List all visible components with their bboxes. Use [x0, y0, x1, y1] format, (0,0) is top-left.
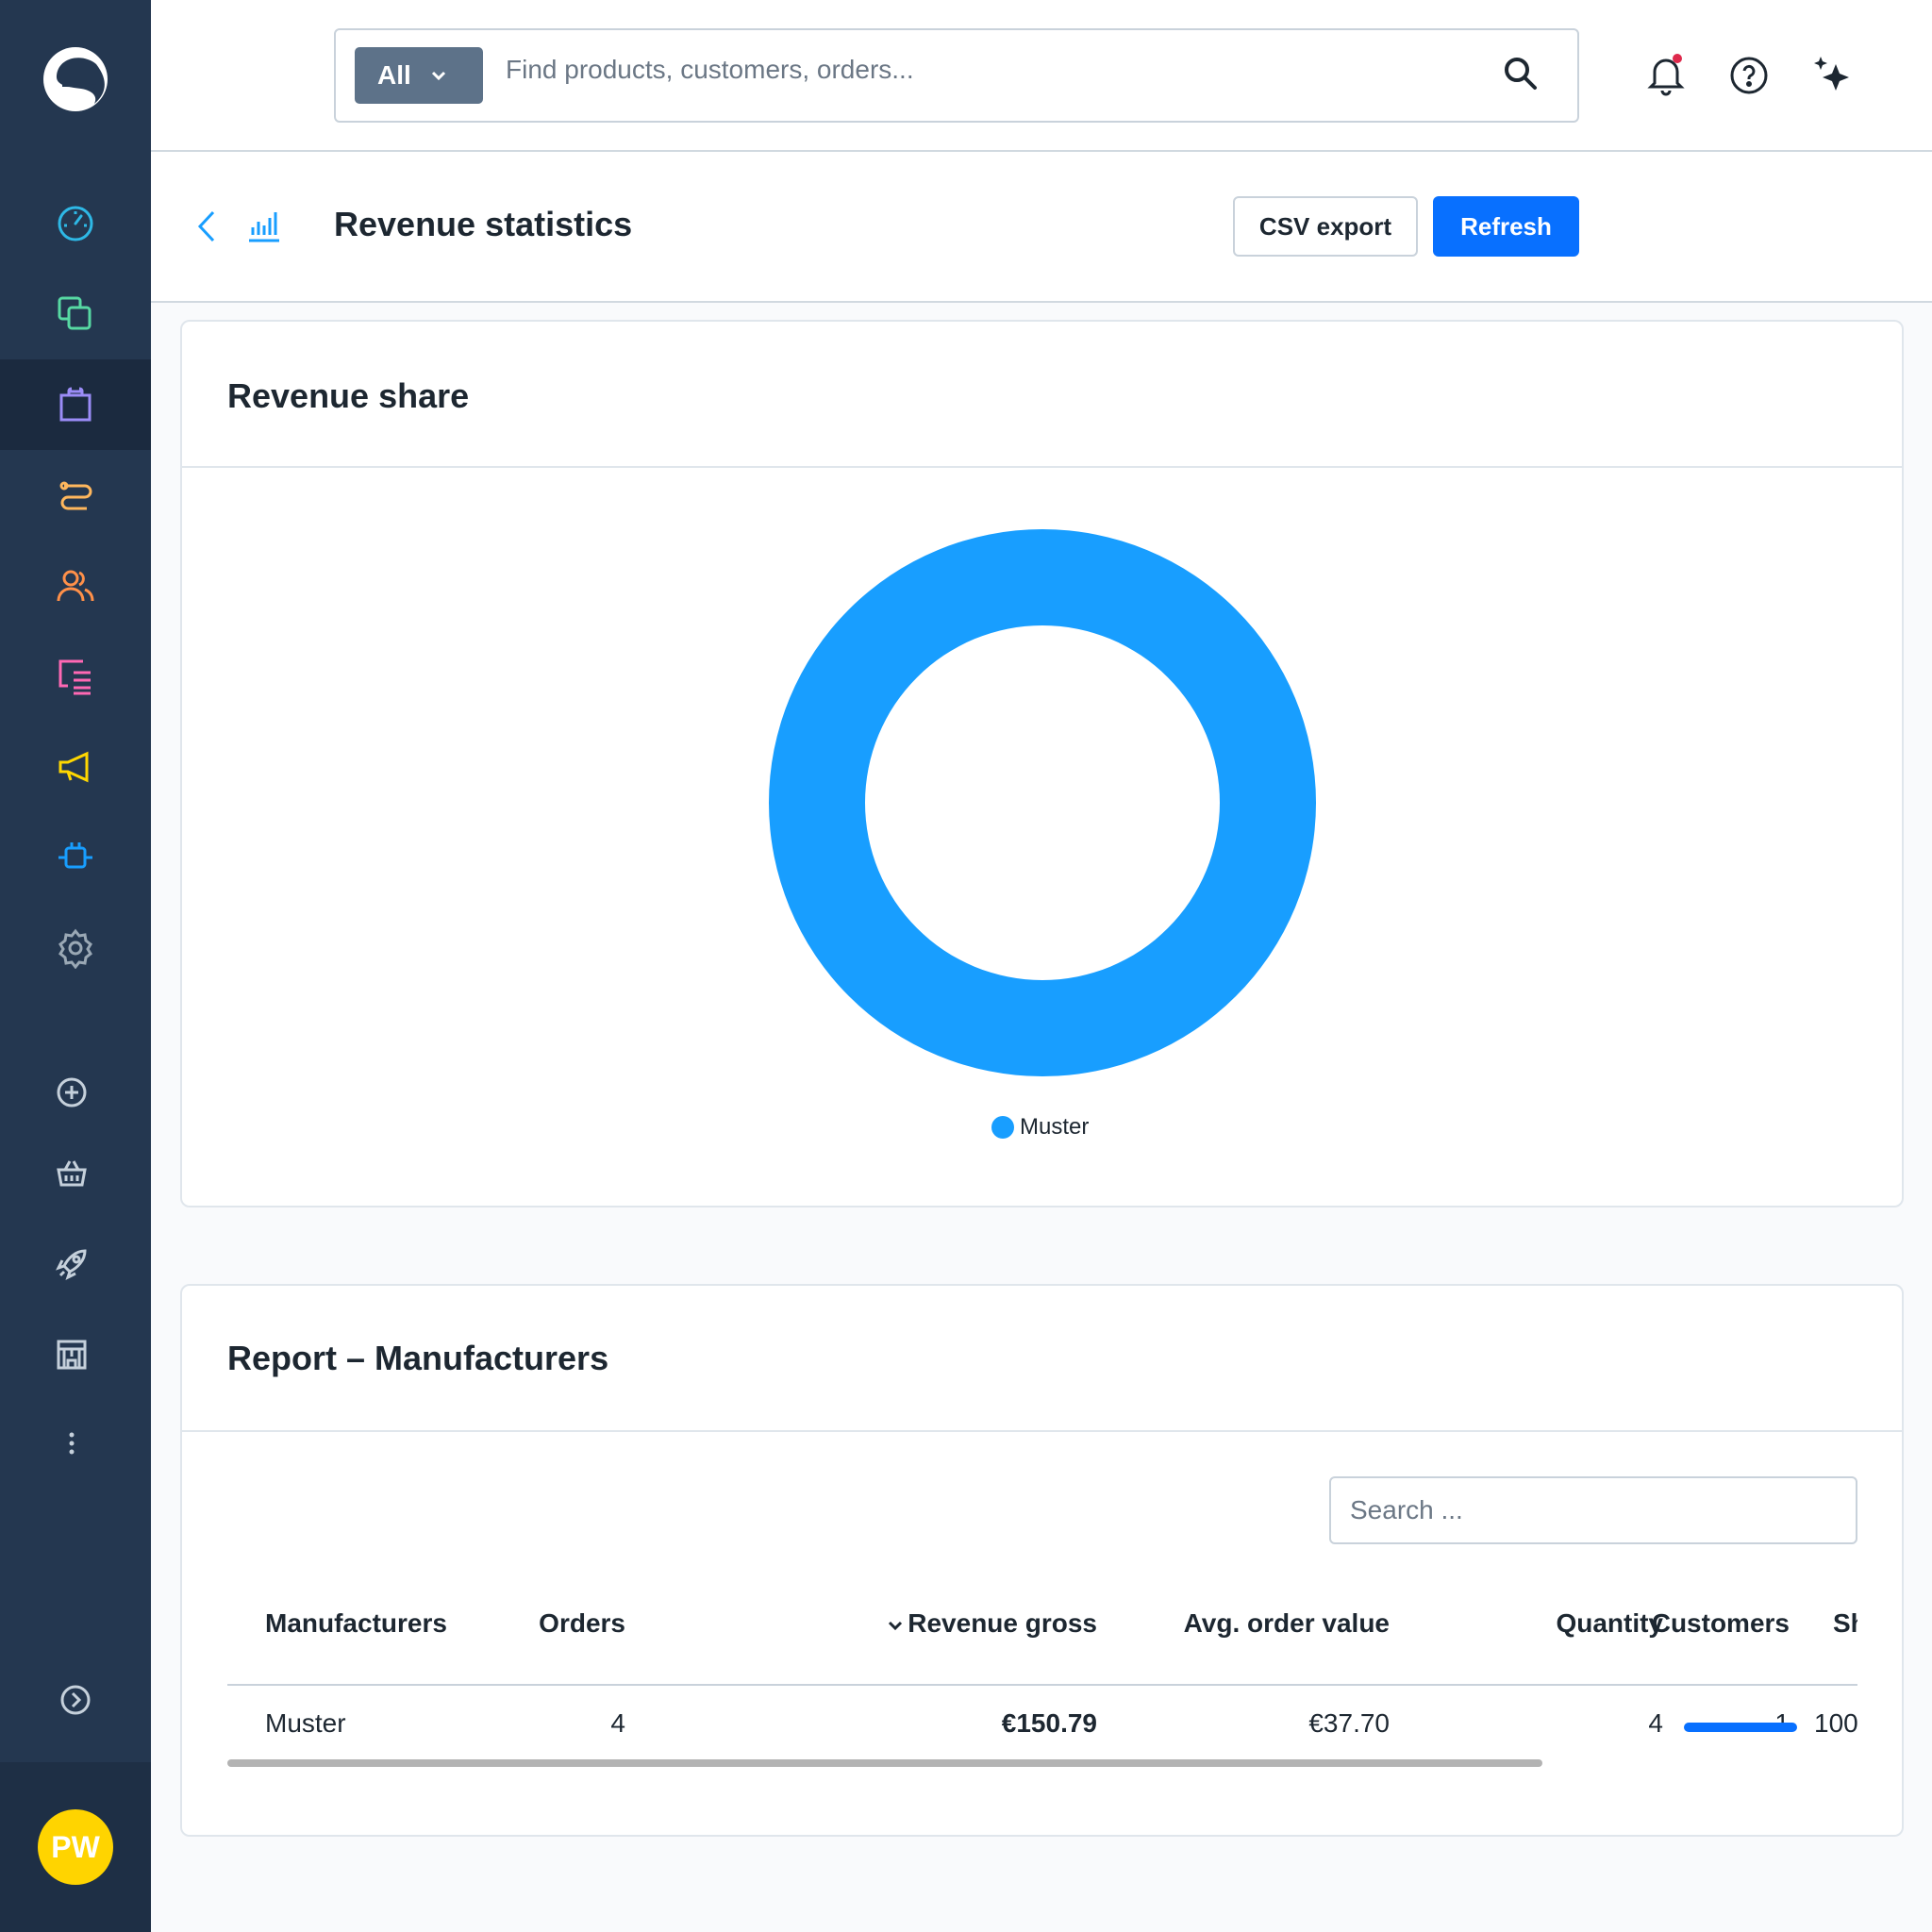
nav-dashboard[interactable] [0, 178, 151, 269]
chevron-down-icon [431, 71, 445, 81]
topbar: All Find products, customers, orders... [151, 0, 1932, 152]
dashboard-icon [58, 206, 93, 242]
nav-extensions[interactable] [0, 812, 151, 903]
sidebar: PW [0, 0, 151, 1932]
orders-icon [59, 387, 92, 422]
column-header-manufacturers[interactable]: Manufacturers [265, 1608, 447, 1639]
sales-channel-headless[interactable] [0, 1219, 151, 1309]
column-header-customers[interactable]: Customers [1465, 1608, 1790, 1639]
cell-orders: 4 [610, 1708, 625, 1738]
table-viewport: Manufacturers Orders Revenue gross Avg. … [182, 1286, 1857, 1839]
marketing-icon [58, 751, 89, 783]
extensions-icon [58, 842, 92, 869]
card-divider [182, 466, 1902, 468]
legend-label: Muster [1020, 1114, 1090, 1140]
cell-revenue-gross: €150.79 [1001, 1708, 1097, 1738]
search-input[interactable]: Find products, customers, orders... [506, 55, 914, 85]
cell-share: 100 [1814, 1708, 1857, 1738]
column-header-avg-order-value[interactable]: Avg. order value [1125, 1608, 1390, 1639]
page-header: Revenue statistics CSV export Refresh [151, 152, 1932, 303]
add-sales-channel-icon [57, 1077, 87, 1108]
csv-export-button[interactable]: CSV export [1233, 196, 1418, 257]
settings-icon [58, 928, 92, 969]
nav-customers-link[interactable] [0, 450, 151, 541]
refresh-button[interactable]: Refresh [1433, 196, 1579, 257]
sales-channel-basket[interactable] [0, 1128, 151, 1219]
shopware-logo[interactable] [40, 43, 111, 115]
search-type-select[interactable]: All [355, 47, 483, 104]
horizontal-scrollbar[interactable] [227, 1759, 1542, 1767]
report-manufacturers-card: Report – Manufacturers Search ... Manufa… [180, 1284, 1904, 1837]
column-header-share[interactable]: Sh [1833, 1608, 1857, 1639]
add-sales-channel[interactable] [0, 1047, 151, 1138]
more-icon [69, 1432, 75, 1455]
cell-avg-order-value: €37.70 [1308, 1708, 1390, 1738]
cell-manufacturer: Muster [265, 1708, 346, 1738]
sidebar-expand[interactable] [0, 1655, 151, 1745]
rocket-icon [56, 1249, 87, 1280]
column-header-revenue-gross[interactable]: Revenue gross [691, 1608, 1097, 1639]
donut-slice-muster[interactable] [769, 529, 1316, 1076]
storefront-icon [57, 1340, 87, 1370]
help-icon[interactable] [1726, 51, 1772, 96]
sales-channel-more[interactable] [0, 1398, 151, 1489]
revenue-share-card: Revenue share Muster [180, 320, 1904, 1208]
sidebar-user-area: PW [0, 1762, 151, 1932]
nav-catalogues[interactable] [0, 269, 151, 359]
search-icon[interactable] [1502, 55, 1540, 92]
card-title: Revenue share [227, 376, 470, 415]
basket-icon [57, 1160, 87, 1187]
sort-descending-icon [889, 1621, 903, 1630]
catalogues-icon [58, 296, 92, 330]
page-title: Revenue statistics [334, 205, 633, 243]
nav-content[interactable] [0, 631, 151, 722]
global-search[interactable]: All Find products, customers, orders... [334, 28, 1579, 123]
bell-icon[interactable] [1643, 51, 1689, 96]
nav-orders[interactable] [0, 359, 151, 450]
column-header-label: Revenue gross [908, 1608, 1097, 1638]
nav-marketing[interactable] [0, 722, 151, 812]
revenue-share-donut-chart [769, 529, 1316, 1076]
nav-customers[interactable] [0, 541, 151, 631]
statistics-icon [249, 212, 279, 242]
back-chevron-icon[interactable] [192, 208, 221, 244]
sales-channel-storefront[interactable] [0, 1309, 151, 1400]
legend-marker [991, 1116, 1014, 1139]
content-icon [58, 659, 91, 695]
customers-link-icon [59, 481, 92, 510]
ai-sparkle-icon[interactable] [1809, 51, 1855, 96]
table-header-divider [227, 1684, 1857, 1686]
nav-settings[interactable] [0, 903, 151, 993]
search-type-label: All [377, 60, 411, 90]
customers-icon [57, 570, 94, 602]
column-header-orders[interactable]: Orders [531, 1608, 625, 1639]
chart-legend[interactable]: Muster [991, 1114, 1089, 1141]
avatar[interactable]: PW [38, 1809, 113, 1885]
chevron-right-circle-icon [60, 1685, 91, 1715]
share-progress-bar [1684, 1723, 1797, 1732]
